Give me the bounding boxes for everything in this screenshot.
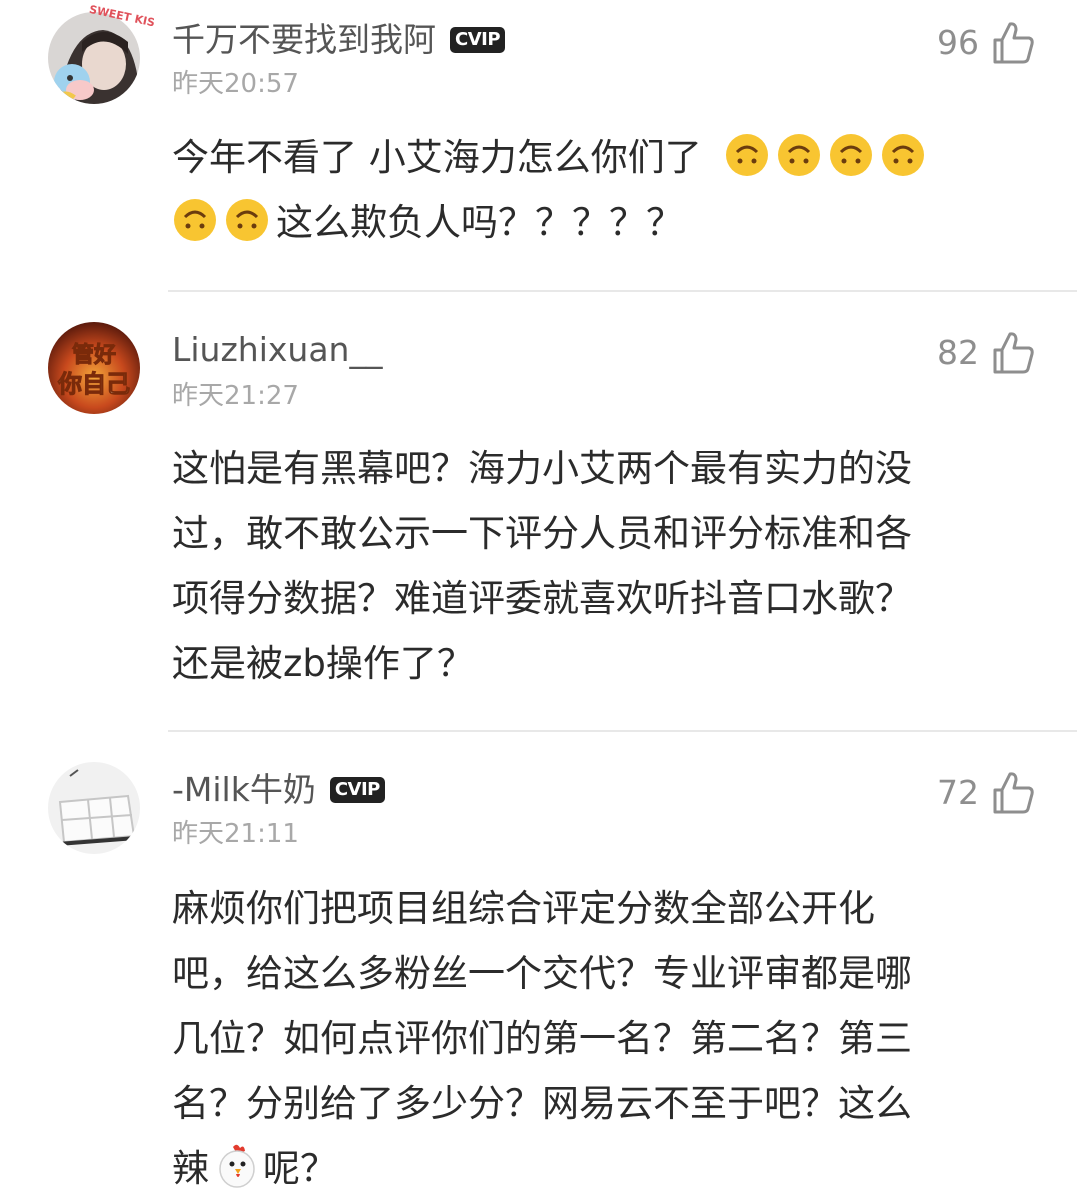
comment-text-line: 辣 (172, 1147, 209, 1190)
thumbs-up-icon[interactable] (989, 18, 1037, 66)
avatar[interactable] (48, 762, 140, 854)
avatar-text: SWEET KISS (88, 4, 154, 31)
comment-text: 今年不看了 小艾海力怎么你们了 这么欺负人吗？？？？？ (172, 125, 1022, 255)
upside-down-face-icon (777, 134, 820, 176)
comment-time: 昨天21:11 (172, 819, 299, 849)
vip-badge: CVIP (329, 777, 385, 803)
comment-text-line: 今年不看了 小艾海力怎么你们了 (172, 136, 702, 179)
like-button[interactable]: 96 (937, 18, 1037, 66)
vip-badge: CVIP (450, 27, 506, 53)
upside-down-face-icon (881, 134, 924, 176)
comment-text-line: 麻烦你们把项目组综合评定分数全部公开化 (172, 887, 875, 930)
chicken-icon (219, 1144, 255, 1188)
comment-text-line: 过，敢不敢公示一下评分人员和评分标准和各 (172, 512, 912, 555)
comment-time: 昨天20:57 (172, 69, 299, 99)
username[interactable]: Liuzhixuan__ (172, 330, 382, 370)
comment-item: SWEET KISS 千万不要找到我阿 CVIP 昨天20:57 96 今年不看… (0, 0, 1077, 290)
username-text[interactable]: -Milk牛奶 (172, 770, 316, 810)
thumbs-up-icon[interactable] (989, 328, 1037, 376)
comment-time: 昨天21:27 (172, 381, 299, 411)
upside-down-face-icon (829, 134, 872, 176)
comment-text-line: 吧，给这么多粉丝一个交代？专业评审都是哪 (172, 952, 912, 995)
username[interactable]: 千万不要找到我阿 CVIP (172, 20, 506, 60)
username-text[interactable]: 千万不要找到我阿 (172, 20, 436, 60)
username-text[interactable]: Liuzhixuan__ (172, 330, 382, 370)
thumbs-up-icon[interactable] (989, 768, 1037, 816)
upside-down-face-icon (226, 199, 268, 241)
like-count: 72 (937, 772, 979, 812)
like-button[interactable]: 82 (937, 328, 1037, 376)
comment-text-line: 这怕是有黑幕吧？海力小艾两个最有实力的没 (172, 447, 912, 490)
like-button[interactable]: 72 (937, 768, 1037, 816)
comment-text-line: 项得分数据？难道评委就喜欢听抖音口水歌？ (172, 577, 912, 620)
username[interactable]: -Milk牛奶 CVIP (172, 770, 385, 810)
like-count: 96 (937, 22, 979, 62)
upside-down-face-icon (174, 199, 216, 241)
avatar-text-decoration: SWEET KISS (88, 4, 154, 31)
comment-item: -Milk牛奶 CVIP 昨天21:11 72 麻烦你们把项目组综合评定分数全部… (0, 732, 1077, 1196)
comment-text: 麻烦你们把项目组综合评定分数全部公开化 吧，给这么多粉丝一个交代？专业评审都是哪… (172, 876, 1022, 1201)
like-count: 82 (937, 332, 979, 372)
comment-text-line: 名？分别给了多少分？网易云不至于吧？这么 (172, 1082, 912, 1125)
comment-item: 管好 你自己 Liuzhixuan__ 昨天21:27 82 这怕是有黑幕吧？海… (0, 292, 1077, 730)
comment-text-line: 这么欺负人吗？？？？？ (276, 201, 683, 244)
comment-text-line: 呢？ (263, 1147, 337, 1190)
comment-text: 这怕是有黑幕吧？海力小艾两个最有实力的没 过，敢不敢公示一下评分人员和评分标准和… (172, 436, 1022, 696)
avatar[interactable]: 管好 你自己 (48, 322, 140, 414)
upside-down-face-icon (725, 134, 768, 176)
avatar-text: 管好 (72, 342, 116, 368)
comment-text-line: 几位？如何点评你们的第一名？第二名？第三 (172, 1017, 912, 1060)
comment-text-line: 还是被zb操作了？ (172, 642, 474, 685)
avatar-text: 你自己 (57, 370, 130, 398)
